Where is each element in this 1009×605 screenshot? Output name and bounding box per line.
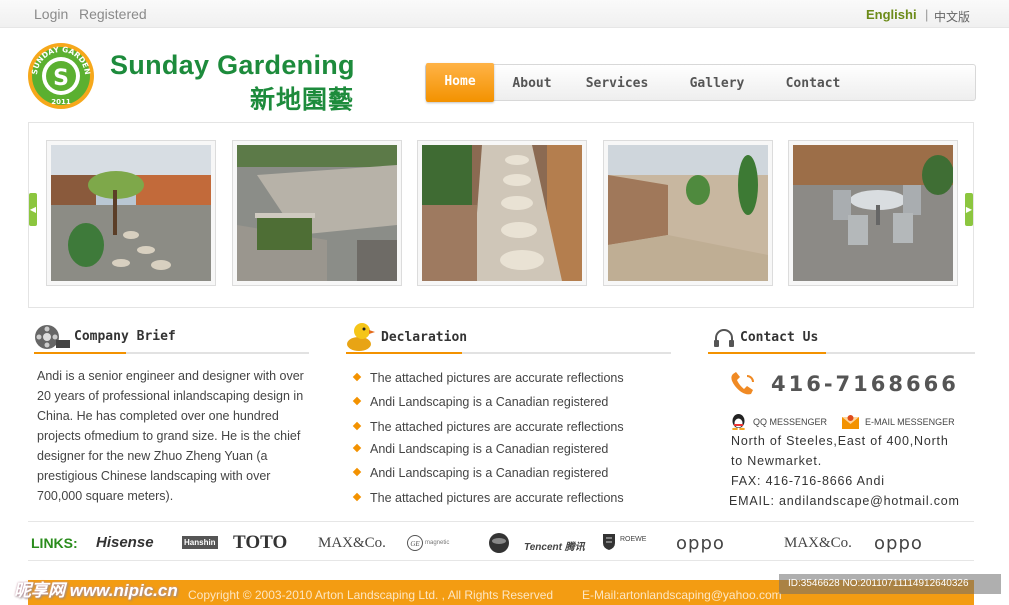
- watermark-id: ID:3546628 NO:20110711114912640326: [779, 574, 1001, 594]
- qq-penguin-icon[interactable]: [731, 413, 746, 430]
- contact-phone-number[interactable]: 416-7168666: [771, 372, 959, 396]
- logo-year: 2011: [51, 98, 71, 106]
- diamond-bullet-icon: [352, 467, 362, 477]
- declaration-item: The attached pictures are accurate refle…: [352, 371, 624, 385]
- svg-text:GE: GE: [410, 540, 420, 548]
- partner-maxco[interactable]: MAX&Co.: [318, 535, 386, 552]
- chevron-right-icon[interactable]: ▶: [965, 193, 973, 226]
- company-brief-text: Andi is a senior engineer and designer w…: [37, 369, 304, 503]
- nav-contact[interactable]: Contact: [780, 65, 846, 102]
- declaration-item: The attached pictures are accurate refle…: [352, 420, 624, 434]
- company-brief-underline: [34, 352, 309, 354]
- gallery-photo-curved-retaining-wall[interactable]: [603, 140, 773, 286]
- film-reel-icon: [35, 325, 70, 349]
- declaration-item: Andi Landscaping is a Canadian registere…: [352, 395, 608, 409]
- diamond-bullet-icon: [352, 372, 362, 382]
- watermark-site: 昵享网 www.nipic.cn: [14, 581, 178, 600]
- diamond-bullet-icon: [352, 492, 362, 502]
- company-brief-title: Company Brief: [74, 329, 176, 344]
- email-envelope-icon[interactable]: [842, 414, 859, 429]
- gallery-photo-garden-path-fence[interactable]: [46, 140, 216, 286]
- contact-address-line2: to Newmarket.: [731, 454, 822, 468]
- english-language-link[interactable]: Englishi: [866, 7, 917, 22]
- partner-roewe-shield-icon[interactable]: [602, 533, 616, 551]
- partner-oppo[interactable]: oppo: [676, 533, 725, 554]
- contact-address-line1: North of Steeles,East of 400,North: [731, 434, 949, 448]
- partner-hisense[interactable]: Hisense: [96, 534, 154, 551]
- contact-fax: FAX: 416-716-8666 Andi: [731, 474, 885, 488]
- gallery-photo-patio-steps-planter[interactable]: [232, 140, 402, 286]
- declaration-item: The attached pictures are accurate refle…: [352, 491, 624, 505]
- phone-icon: [731, 372, 754, 395]
- declaration-item: Andi Landscaping is a Canadian registere…: [352, 442, 608, 456]
- partner-hanshin[interactable]: Hanshin: [182, 536, 218, 549]
- links-label: LINKS:: [31, 535, 78, 551]
- nav-services[interactable]: Services: [581, 65, 653, 102]
- headset-icon: [714, 329, 734, 347]
- sunday-garden-logo[interactable]: S SUNDAY GARDEN 2011: [27, 42, 95, 110]
- gallery-photo-patio-table-chairs[interactable]: [788, 140, 958, 286]
- login-link[interactable]: Login: [34, 6, 68, 22]
- partner-ge-logo-icon[interactable]: GE: [407, 535, 423, 551]
- diamond-bullet-icon: [352, 443, 362, 453]
- partner-tencent[interactable]: Tencent 腾讯: [524, 538, 585, 553]
- partner-magnetic[interactable]: magnetic: [425, 540, 449, 546]
- nav-gallery[interactable]: Gallery: [686, 65, 748, 102]
- diamond-bullet-icon: [352, 421, 362, 431]
- contact-email[interactable]: EMAIL: andilandscape@hotmail.com: [729, 494, 960, 508]
- main-navigation: Home About Services Gallery Contact: [425, 63, 976, 102]
- contact-us-underline: [708, 352, 975, 354]
- contact-us-title: Contact Us: [740, 330, 819, 345]
- diamond-bullet-icon: [352, 396, 362, 406]
- brand-name-english: Sunday Gardening: [110, 50, 355, 80]
- duck-icon: [347, 323, 375, 351]
- declaration-item: Andi Landscaping is a Canadian registere…: [352, 466, 608, 480]
- partner-toto[interactable]: TOTO: [233, 532, 287, 554]
- partner-emblem-icon[interactable]: [488, 532, 510, 554]
- partner-roewe[interactable]: ROEWE: [620, 536, 646, 543]
- language-separator: |: [925, 7, 929, 22]
- gallery-photo-stone-stepping-path[interactable]: [417, 140, 587, 286]
- nav-about[interactable]: About: [506, 65, 558, 102]
- brand-name-chinese: 新地園藝: [250, 85, 355, 114]
- declaration-title: Declaration: [381, 330, 468, 345]
- registered-link[interactable]: Registered: [79, 6, 147, 22]
- partner-maxco-2[interactable]: MAX&Co.: [784, 535, 852, 552]
- footer-copyright: Copyright © 2003-2010 Arton Landscaping …: [188, 588, 554, 602]
- email-messenger-link[interactable]: E-MAIL MESSENGER: [865, 417, 955, 427]
- qq-messenger-link[interactable]: QQ MESSENGER: [753, 417, 827, 427]
- partner-oppo-2[interactable]: oppo: [874, 533, 923, 554]
- footer-email[interactable]: E-Mail:artonlandscaping@yahoo.com: [582, 588, 782, 602]
- chevron-left-icon[interactable]: ◀: [29, 193, 37, 226]
- top-bar: [0, 0, 1009, 28]
- chinese-language-link[interactable]: 中文版: [934, 8, 970, 25]
- svg-text:S: S: [53, 66, 69, 91]
- declaration-underline: [346, 352, 671, 354]
- nav-home[interactable]: Home: [426, 63, 494, 102]
